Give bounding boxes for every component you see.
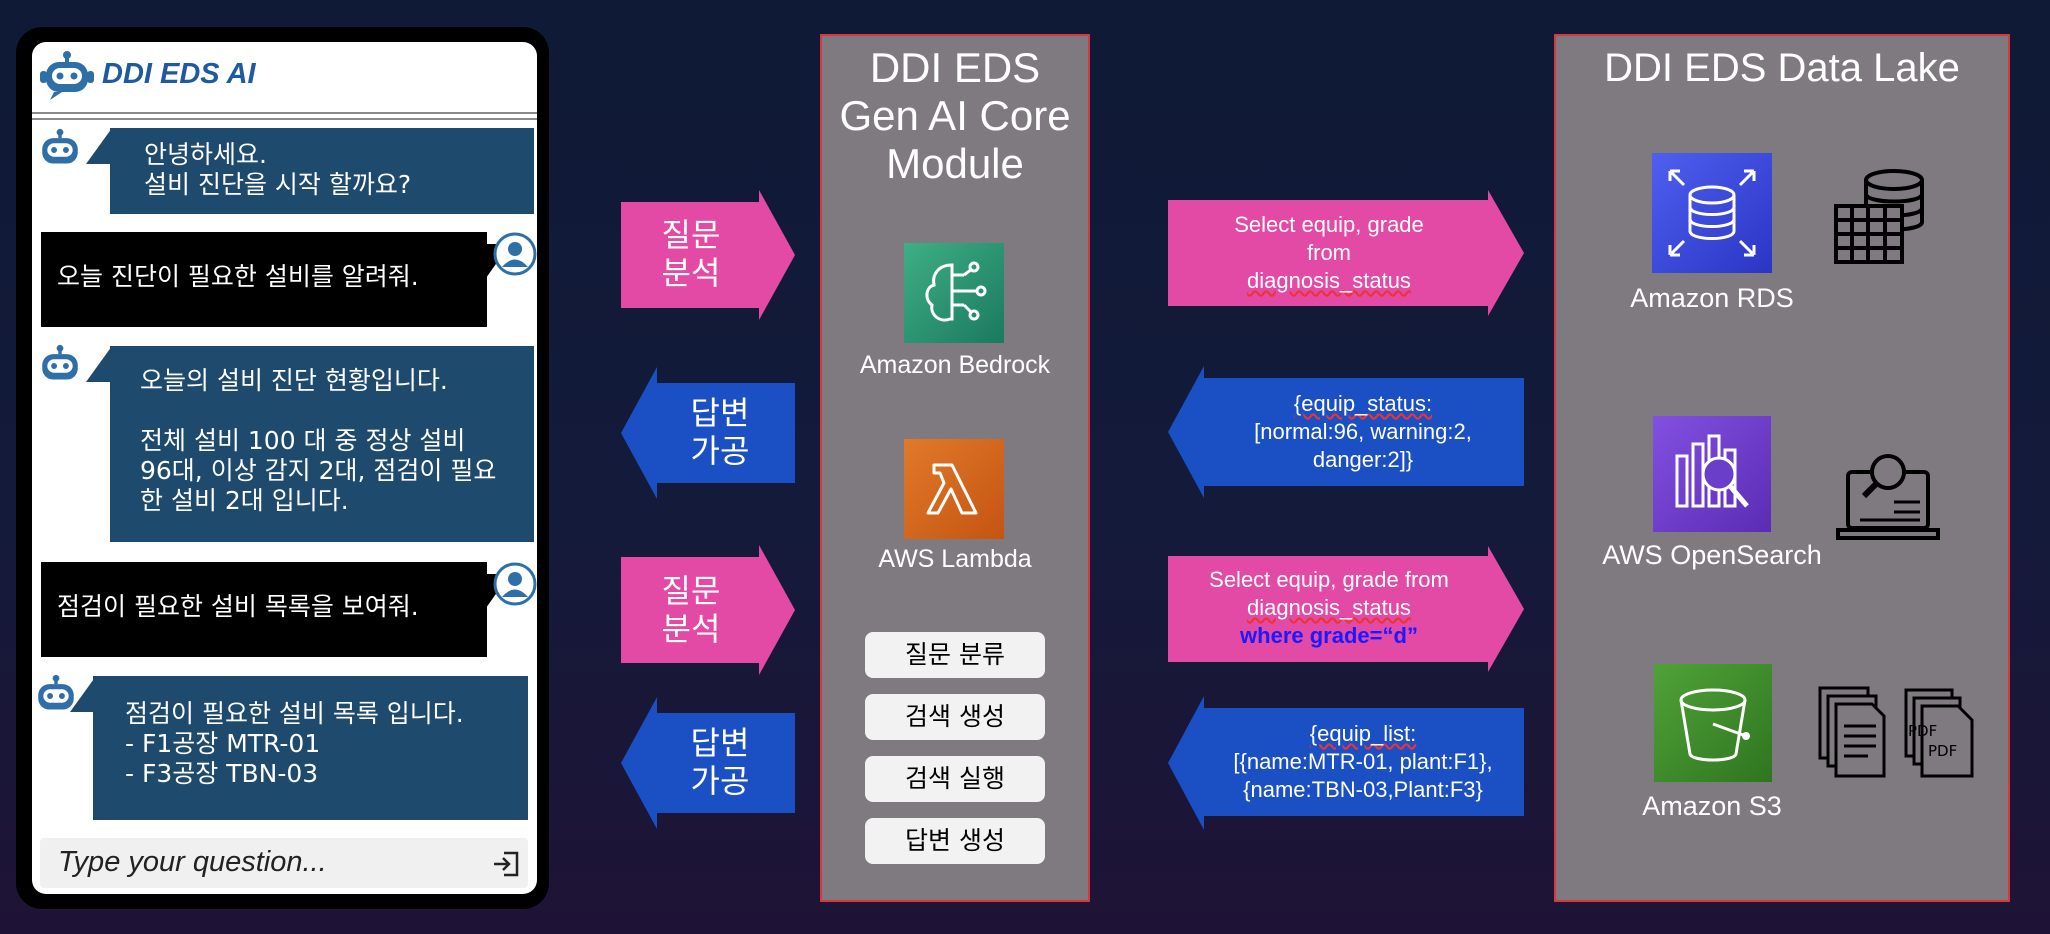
input-placeholder: Type your question... [58,846,327,878]
message-line: Select equip, grade [1234,212,1424,237]
bot-message: 점검이 필요한 설비 목록 입니다. - F1공장 MTR-01 - F3공장 … [93,676,528,820]
arrow-label-line: 가공 [690,432,750,470]
step-execute-search: 검색 실행 [865,756,1045,802]
arrow-label-line: 답변 [690,394,750,432]
arrow-label-line: 답변 [690,724,750,762]
service-label: Amazon Bedrock [859,351,1051,379]
laptop-search-icon [1836,454,1940,540]
message-line: diagnosis_status [1247,268,1411,293]
arrow-label: 답변 가공 [650,394,790,470]
bot-message: 오늘의 설비 진단 현황입니다. 전체 설비 100 대 중 정상 설비 96대… [110,346,534,542]
message-line: {name:TBN-03,Plant:F3} [1243,777,1483,802]
title-line: DDI EDS [869,44,1041,91]
chat-header: DDI EDS AI [32,42,537,114]
title-line: Gen AI Core [839,92,1071,139]
response-message: {equip_status: [normal:96, warning:2, da… [1202,390,1524,474]
arrow-label-line: 분석 [661,254,721,292]
message-line: diagnosis_status [1247,595,1411,620]
message-line: 오늘의 설비 진단 현황입니다. [140,366,448,395]
bubble-tail [86,346,112,382]
service-label: Amazon S3 [1642,791,1782,821]
title-line: Module [886,140,1024,187]
opensearch-icon [1653,416,1771,532]
documents-icon [1818,686,1886,778]
query-message: Select equip, grade from diagnosis_statu… [1168,566,1490,650]
message-line: {equip_list: [1309,721,1417,746]
s3-icon [1654,664,1772,782]
response-message: {equip_list: [{name:MTR-01, plant:F1}, {… [1202,720,1524,804]
service-label: AWS OpenSearch [1602,540,1822,570]
query-message: Select equip, grade from diagnosis_statu… [1168,211,1490,295]
step-generate-search: 검색 생성 [865,694,1045,740]
service-label: Amazon RDS [1630,283,1794,313]
header-divider [32,112,537,114]
send-icon[interactable] [492,850,520,878]
data-lake-title: DDI EDS Data Lake [1604,46,1960,90]
user-message: 오늘 진단이 필요한 설비를 알려줘. [41,232,487,327]
message-line: [normal:96, warning:2, [1254,419,1472,444]
message-line: 안녕하세요. [144,140,267,169]
pdf-label: PDF [1908,722,1937,740]
robot-icon [40,51,94,100]
rds-icon [1652,153,1772,273]
message-line [140,396,524,426]
question-input[interactable]: Type your question... [40,838,528,888]
message-line: from [1307,240,1351,265]
message-line: - F3공장 TBN-03 [125,759,319,788]
service-label: AWS Lambda [878,545,1032,573]
message-line: 점검이 필요한 설비 목록 입니다. [125,699,464,728]
message-line: 한 설비 2대 입니다. [140,486,349,515]
message-line: danger:2]} [1312,447,1414,472]
message-line: where grade=“d” [1240,623,1418,648]
arrow-label-line: 분석 [661,610,721,648]
message-line: {equip_status: [1293,391,1433,416]
arrow-label-line: 가공 [690,762,750,800]
arrow-label-line: 질문 [661,572,721,610]
header-divider-2 [32,118,537,120]
message-line: 점검이 필요한 설비 목록을 보여줘. [57,592,419,621]
bot-message: 안녕하세요. 설비 진단을 시작 할까요? [110,128,534,214]
pdf-files-icon: PDF PDF [1904,688,1974,778]
bot-avatar-icon [42,344,78,380]
bubble-tail [86,128,112,164]
arrow-label: 질문 분석 [621,216,761,292]
lambda-icon [904,439,1004,539]
step-classify: 질문 분류 [865,632,1045,678]
step-generate-answer: 답변 생성 [865,818,1045,864]
arrow-label: 답변 가공 [650,724,790,800]
bedrock-icon [904,243,1004,343]
message-line: Select equip, grade from [1209,567,1449,592]
user-message: 점검이 필요한 설비 목록을 보여줘. [41,562,487,657]
arrow-label-line: 질문 [661,216,721,254]
bot-avatar-icon [42,128,78,164]
user-avatar-icon [493,232,537,276]
chat-title: DDI EDS AI [102,58,256,90]
pdf-label: PDF [1928,742,1957,760]
message-line: 오늘 진단이 필요한 설비를 알려줘. [57,262,419,291]
message-line: [{name:MTR-01, plant:F1}, [1233,749,1493,774]
database-table-icon [1834,169,1924,264]
user-avatar-icon [493,562,537,606]
message-line: 설비 진단을 시작 할까요? [144,170,412,199]
arrow-label: 질문 분석 [621,572,761,648]
core-module-title: DDI EDS Gen AI Core Module [820,44,1090,188]
message-line: - F1공장 MTR-01 [125,729,321,758]
message-line: 전체 설비 100 대 중 정상 설비 [140,426,466,455]
message-line: 96대, 이상 감지 2대, 점검이 필요 [140,456,497,485]
